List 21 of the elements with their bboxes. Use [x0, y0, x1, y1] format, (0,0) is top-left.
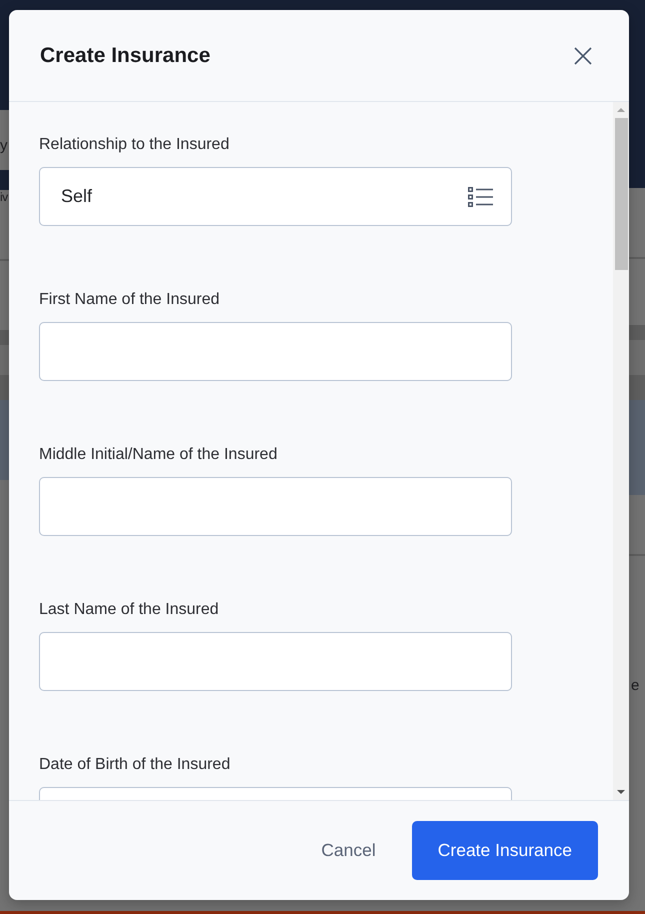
- cancel-button[interactable]: Cancel: [305, 821, 392, 880]
- background-text: e: [631, 677, 640, 695]
- background-text: y: [0, 137, 8, 155]
- text-input[interactable]: [39, 632, 512, 691]
- create-button[interactable]: Create Insurance: [412, 821, 598, 880]
- close-icon: [574, 46, 592, 64]
- field-label: Last Name of the Insured: [39, 601, 219, 619]
- scrollbar[interactable]: [613, 102, 629, 800]
- text-input[interactable]: [39, 477, 512, 536]
- scroll-down-icon[interactable]: [617, 790, 625, 794]
- background-text: iv: [0, 189, 8, 206]
- field-label: Date of Birth of the Insured: [39, 756, 230, 774]
- field-label: First Name of the Insured: [39, 291, 220, 309]
- text-input[interactable]: [39, 322, 512, 381]
- select-field[interactable]: Self: [39, 167, 512, 226]
- dialog-title: Create Insurance: [40, 44, 210, 68]
- scrollbar-thumb[interactable]: [614, 118, 628, 270]
- scroll-up-icon[interactable]: [617, 108, 625, 112]
- field-label: Relationship to the Insured: [39, 136, 230, 154]
- field-label: Middle Initial/Name of the Insured: [39, 446, 278, 464]
- list-icon: [468, 186, 493, 206]
